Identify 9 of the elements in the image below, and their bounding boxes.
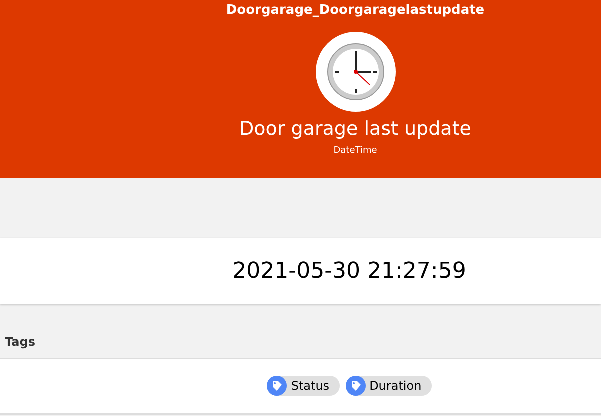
item-name: Doorgarage_Doorgaragelastupdate (226, 3, 485, 20)
clock-icon (316, 32, 396, 112)
tag-icon (267, 376, 288, 396)
state-value: 2021-05-30 21:27:59 (232, 258, 466, 284)
item-type: DateTime (334, 146, 378, 156)
tag-chip[interactable]: Status (267, 376, 340, 396)
tag-chip[interactable]: Duration (346, 376, 432, 396)
tag-icon (346, 376, 366, 396)
item-label: Door garage last update (240, 118, 472, 140)
